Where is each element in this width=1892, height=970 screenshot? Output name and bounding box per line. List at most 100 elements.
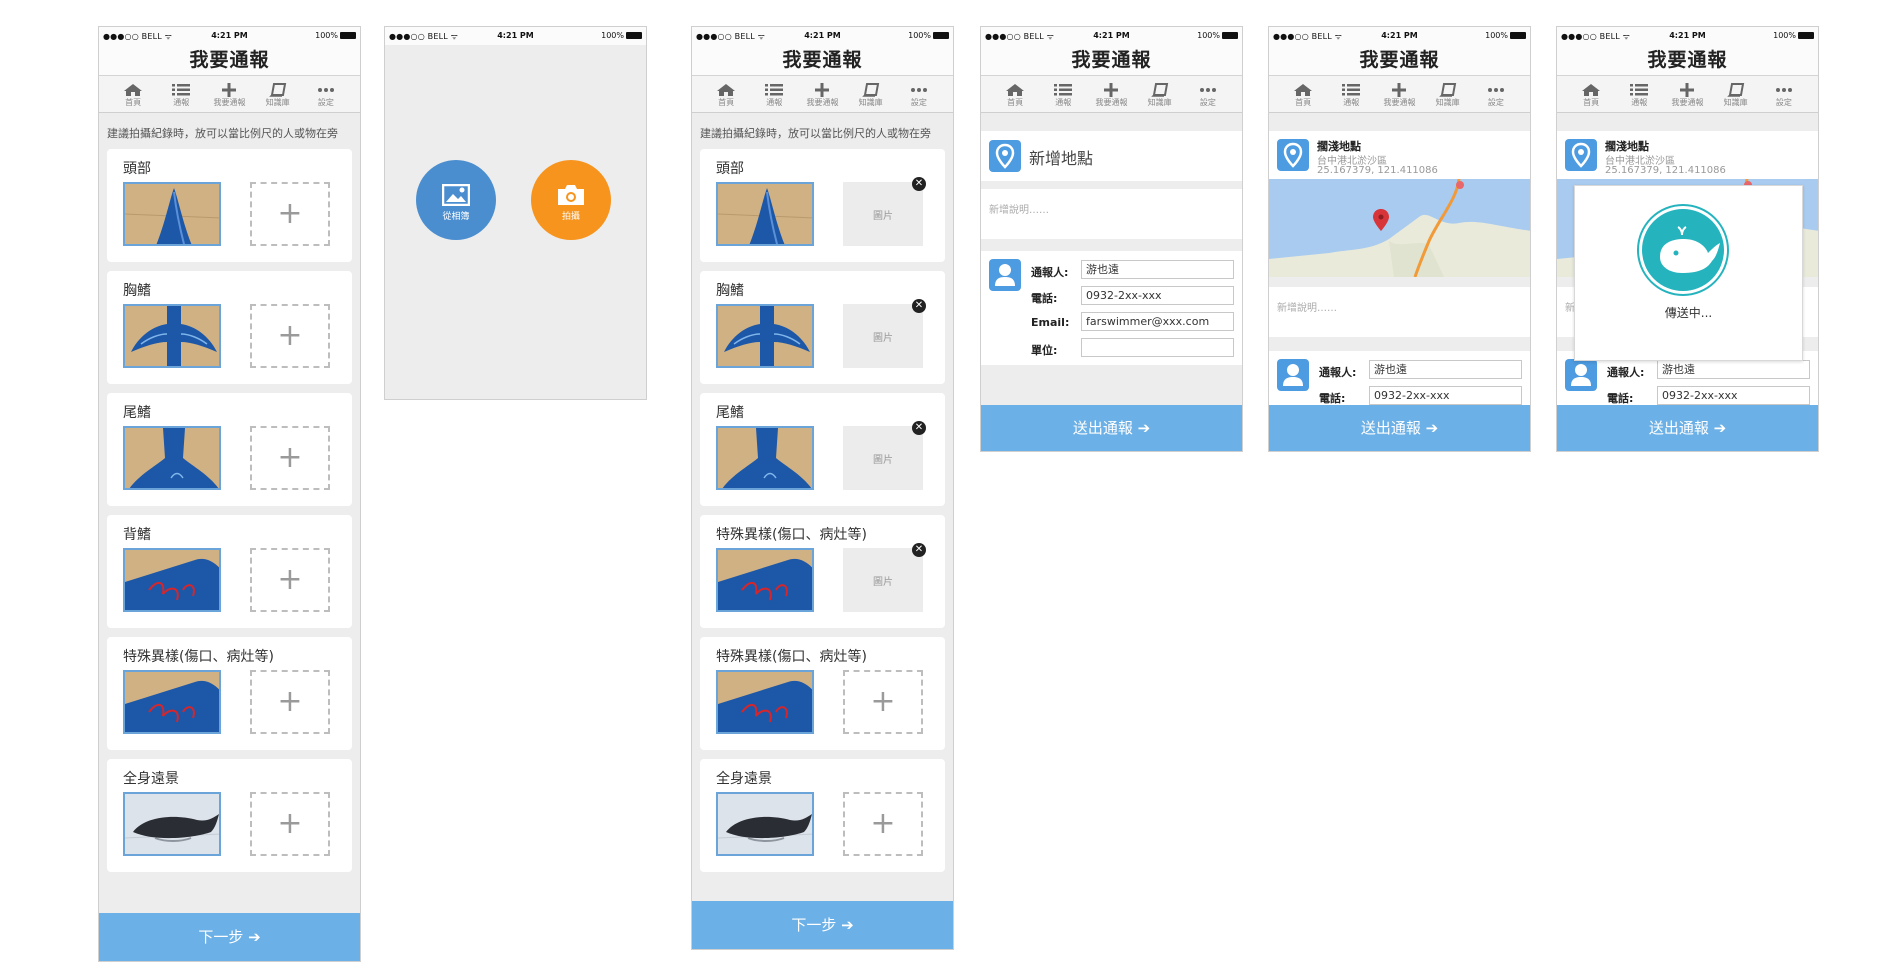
tab-settings[interactable]: 設定 <box>900 81 938 108</box>
add-photo-button[interactable]: + <box>250 792 330 856</box>
unit-field[interactable] <box>1081 338 1234 357</box>
tab-home[interactable]: 首頁 <box>114 81 152 108</box>
tab-knowledge[interactable]: 知識庫 <box>852 81 890 108</box>
add-photo-button[interactable]: + <box>843 670 923 734</box>
album-button[interactable]: 從相簿 <box>416 160 496 240</box>
status-bar: ●●●○○ BELL ᯤ 4:21 PM 100% <box>385 27 646 45</box>
tab-settings[interactable]: 設定 <box>1765 81 1803 108</box>
battery-indicator: 100% <box>315 31 356 40</box>
photo-thumbnail[interactable] <box>123 670 221 734</box>
image-placeholder[interactable]: 圖片 <box>843 182 923 246</box>
battery-percent: 100% <box>315 31 338 40</box>
photo-thumbnail[interactable] <box>123 792 221 856</box>
tab-new-report[interactable]: 我要通報 <box>1380 81 1418 108</box>
photo-thumbnail[interactable] <box>716 304 814 368</box>
phone-field[interactable]: 0932-2xx-xxx <box>1369 386 1522 405</box>
tab-label: 通報 <box>1055 97 1072 107</box>
phone-field[interactable]: 0932-2xx-xxx <box>1657 386 1810 405</box>
tab-reports[interactable]: 通報 <box>1044 81 1082 108</box>
more-icon <box>1765 83 1803 97</box>
tab-bar: 首頁 通報 我要通報 知識庫 設定 <box>1269 75 1530 113</box>
section-label: 胸鰭 <box>123 283 151 299</box>
remove-image-button[interactable]: ✕ <box>912 543 926 557</box>
tab-label: 知識庫 <box>858 97 883 107</box>
description-field[interactable]: 新增說明…… <box>981 189 1242 239</box>
tab-reports[interactable]: 通報 <box>162 81 200 108</box>
tab-reports[interactable]: 通報 <box>755 81 793 108</box>
tab-knowledge[interactable]: 知識庫 <box>1717 81 1755 108</box>
location-row[interactable]: 擱淺地點 台中港北淤沙區 25.167379, 121.411086 <box>1557 131 1818 179</box>
location-row[interactable]: 擱淺地點 台中港北淤沙區 25.167379, 121.411086 <box>1269 131 1530 179</box>
add-photo-button[interactable]: + <box>250 304 330 368</box>
add-location-row[interactable]: 新增地點 <box>981 131 1242 181</box>
section-label: 全身遠景 <box>716 771 772 787</box>
email-field[interactable]: farswimmer@xxx.com <box>1081 312 1234 331</box>
photo-thumbnail[interactable] <box>123 304 221 368</box>
add-photo-button[interactable]: + <box>250 426 330 490</box>
contact-row: 電話: 0932-2xx-xxx <box>981 283 1242 309</box>
add-photo-button[interactable]: + <box>250 548 330 612</box>
tab-settings[interactable]: 設定 <box>307 81 345 108</box>
image-placeholder[interactable]: 圖片 <box>843 426 923 490</box>
tab-reports[interactable]: 通報 <box>1332 81 1370 108</box>
submit-report-button[interactable]: 送出通報 ➔ <box>981 405 1242 451</box>
tab-knowledge[interactable]: 知識庫 <box>259 81 297 108</box>
reporter-name-field[interactable]: 游也遠 <box>1081 260 1234 279</box>
tab-new-report[interactable]: 我要通報 <box>210 81 248 108</box>
remove-image-button[interactable]: ✕ <box>912 421 926 435</box>
sending-dialog: 傳送中... <box>1574 185 1803 361</box>
tab-home[interactable]: 首頁 <box>707 81 745 108</box>
book-icon <box>1429 82 1467 97</box>
photo-thumbnail[interactable] <box>123 182 221 246</box>
submit-report-button[interactable]: 送出通報 ➔ <box>1557 405 1818 451</box>
tab-knowledge[interactable]: 知識庫 <box>1141 81 1179 108</box>
tab-settings[interactable]: 設定 <box>1477 81 1515 108</box>
photo-thumbnail[interactable] <box>123 426 221 490</box>
add-photo-button[interactable]: + <box>250 670 330 734</box>
book-icon <box>259 82 297 97</box>
reporter-name-field[interactable]: 游也遠 <box>1657 360 1810 379</box>
photo-section-card: 全身遠景 + <box>700 759 945 872</box>
photo-thumbnail[interactable] <box>716 182 814 246</box>
photo-hint: 建議拍攝紀錄時，放可以當比例尺的人或物在旁 <box>700 127 931 140</box>
contact-row: 單位: <box>981 335 1242 361</box>
add-photo-button[interactable]: + <box>250 182 330 246</box>
tab-new-report[interactable]: 我要通報 <box>803 81 841 108</box>
next-step-button[interactable]: 下一步 ➔ <box>692 901 953 949</box>
tab-home[interactable]: 首頁 <box>996 81 1034 108</box>
image-placeholder[interactable]: 圖片 <box>843 304 923 368</box>
tab-label: 我要通報 <box>213 97 246 107</box>
next-step-button[interactable]: 下一步 ➔ <box>99 913 360 961</box>
tab-reports[interactable]: 通報 <box>1620 81 1658 108</box>
photo-source-picker: ●●●○○ BELL ᯤ 4:21 PM 100% 從相簿 拍攝 <box>384 26 647 400</box>
contact-row: 通報人: 游也遠 <box>981 257 1242 283</box>
photo-hint: 建議拍攝紀錄時，放可以當比例尺的人或物在旁 <box>107 127 338 140</box>
phone-field[interactable]: 0932-2xx-xxx <box>1081 286 1234 305</box>
tab-label: 設定 <box>1487 97 1504 107</box>
image-placeholder[interactable]: 圖片 <box>843 548 923 612</box>
tab-home[interactable]: 首頁 <box>1284 81 1322 108</box>
remove-image-button[interactable]: ✕ <box>912 299 926 313</box>
camera-button[interactable]: 拍攝 <box>531 160 611 240</box>
photo-thumbnail[interactable] <box>716 426 814 490</box>
photo-thumbnail[interactable] <box>716 548 814 612</box>
tab-new-report[interactable]: 我要通報 <box>1668 81 1706 108</box>
more-icon <box>1189 83 1227 97</box>
add-photo-button[interactable]: + <box>843 792 923 856</box>
location-map[interactable] <box>1269 179 1530 277</box>
page-title: 我要通報 <box>692 45 953 75</box>
photo-thumbnail[interactable] <box>123 548 221 612</box>
description-field[interactable]: 新增說明…… <box>1269 287 1530 337</box>
battery-percent: 100% <box>601 31 624 40</box>
photo-thumbnail[interactable] <box>716 792 814 856</box>
tab-new-report[interactable]: 我要通報 <box>1092 81 1130 108</box>
tab-label: 我要通報 <box>806 97 839 107</box>
tab-knowledge[interactable]: 知識庫 <box>1429 81 1467 108</box>
reporter-name-field[interactable]: 游也遠 <box>1369 360 1522 379</box>
tab-settings[interactable]: 設定 <box>1189 81 1227 108</box>
more-icon <box>307 83 345 97</box>
photo-thumbnail[interactable] <box>716 670 814 734</box>
tab-home[interactable]: 首頁 <box>1572 81 1610 108</box>
submit-report-button[interactable]: 送出通報 ➔ <box>1269 405 1530 451</box>
remove-image-button[interactable]: ✕ <box>912 177 926 191</box>
